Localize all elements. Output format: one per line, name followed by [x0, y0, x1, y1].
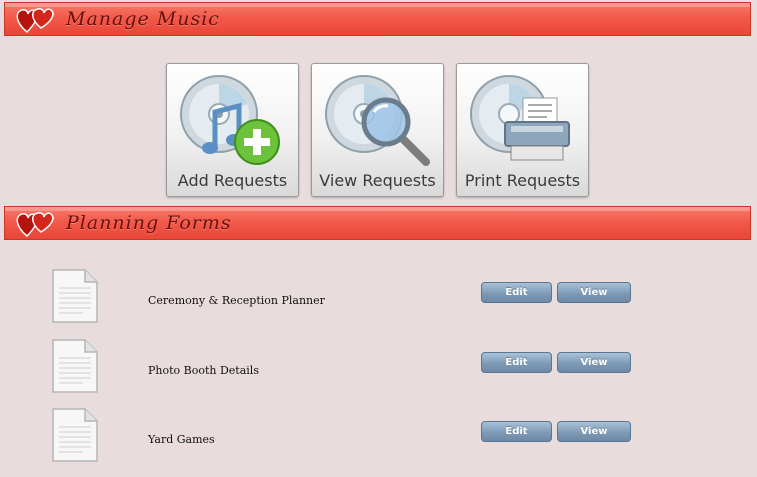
view-requests-button[interactable]: View Requests: [311, 63, 444, 197]
print-requests-button[interactable]: Print Requests: [456, 63, 589, 197]
edit-button[interactable]: Edit: [481, 282, 552, 303]
document-icon: [52, 269, 98, 323]
tile-label: Add Requests: [177, 171, 288, 190]
header-highlight: [5, 207, 750, 211]
document-icon: [52, 339, 98, 393]
form-name: Photo Booth Details: [148, 364, 259, 377]
manage-music-header: Manage Music: [4, 2, 751, 36]
header-highlight: [5, 3, 750, 7]
section-title: Manage Music: [66, 8, 220, 30]
view-button[interactable]: View: [557, 352, 631, 373]
planning-forms-header: Planning Forms: [4, 206, 751, 240]
form-name: Yard Games: [148, 433, 215, 446]
tile-label: Print Requests: [464, 171, 581, 190]
form-name: Ceremony & Reception Planner: [148, 294, 325, 307]
section-title: Planning Forms: [66, 212, 232, 234]
tile-label: View Requests: [319, 171, 436, 190]
edit-button[interactable]: Edit: [481, 421, 552, 442]
form-row: Ceremony & Reception Planner Edit View: [0, 268, 757, 338]
hearts-icon: [16, 212, 54, 238]
hearts-icon: [16, 8, 54, 34]
document-icon: [52, 408, 98, 462]
add-requests-button[interactable]: Add Requests: [166, 63, 299, 197]
form-row: Photo Booth Details Edit View: [0, 338, 757, 408]
view-button[interactable]: View: [557, 282, 631, 303]
cd-print-icon: [470, 75, 570, 161]
edit-button[interactable]: Edit: [481, 352, 552, 373]
cd-search-icon: [325, 75, 430, 166]
cd-add-icon: [180, 75, 280, 165]
view-button[interactable]: View: [557, 421, 631, 442]
